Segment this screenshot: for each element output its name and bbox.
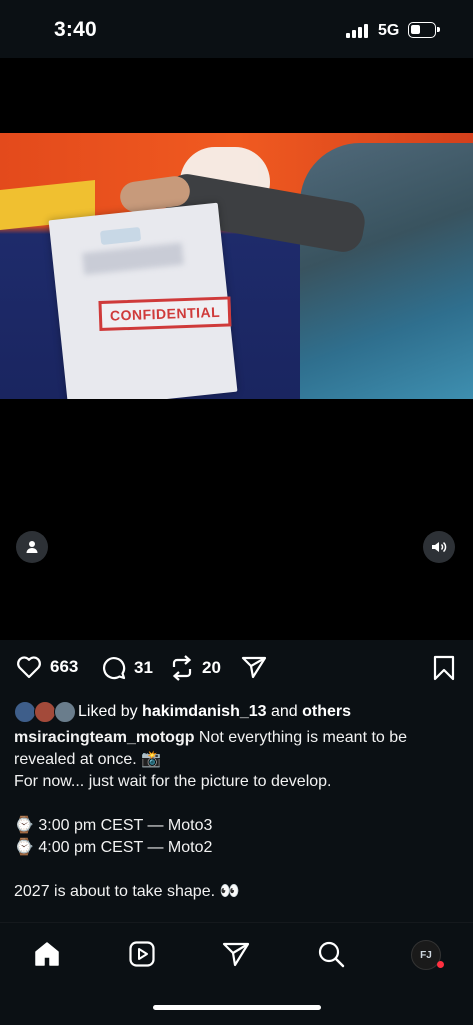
save-button[interactable] [433,655,455,681]
comment-count: 31 [134,657,153,677]
home-icon [35,942,59,966]
bookmark-icon [433,655,455,681]
battery-icon [408,22,440,38]
reels-icon [129,941,155,967]
like-button[interactable]: 663 [16,655,78,679]
send-icon [241,656,267,679]
caption-line2: For now... just wait for the picture to … [14,773,332,790]
search-icon [318,941,345,968]
tab-search[interactable] [316,939,346,969]
liked-by-user[interactable]: hakimdanish_13 [142,703,267,721]
caption-schedule1: ⌚ 3:00 pm CEST — Moto3 [14,817,213,834]
tab-reels[interactable] [127,939,157,969]
avatar [34,701,56,723]
home-indicator [153,1005,321,1010]
caption-line3: 2027 is about to take shape. 👀 [14,883,240,900]
liked-by-prefix: Liked by [78,703,143,720]
confidential-stamp: CONFIDENTIAL [98,296,232,332]
comment-button[interactable]: 31 [101,655,153,680]
repost-count: 20 [202,658,221,677]
avatar [14,701,36,723]
person-icon [26,541,38,553]
status-time: 3:40 [54,18,97,41]
network-type: 5G [378,22,400,39]
repost-button[interactable]: 20 [170,655,221,681]
heart-icon [17,656,41,679]
status-bar: 3:40 5G [0,0,473,58]
comment-icon [103,657,126,680]
notification-dot [437,961,444,968]
caption-username[interactable]: msiracingteam_motogp [14,729,194,746]
tab-messages[interactable] [221,939,251,969]
send-icon [222,942,250,967]
mute-button[interactable] [423,531,455,563]
liked-by[interactable]: Liked by hakimdanish_13 and others [14,700,351,724]
video-frame: CONFIDENTIAL [0,133,473,399]
profile-avatar: FJ [420,949,432,961]
liked-by-others[interactable]: others [302,703,351,721]
tab-home[interactable] [32,939,62,969]
video-player[interactable]: CONFIDENTIAL [0,58,473,640]
share-button[interactable] [241,655,267,679]
speaker-icon [432,541,447,553]
post-actions: 663 31 20 [0,640,473,698]
post-caption: msiracingteam_motogp Not everything is m… [14,727,462,903]
liked-by-and: and [266,703,303,720]
caption-schedule2: ⌚ 4:00 pm CEST — Moto2 [14,839,213,856]
signal-icon [346,24,370,38]
repost-icon [172,655,192,681]
liker-avatars [14,701,78,723]
confidential-paper: CONFIDENTIAL [48,202,238,399]
avatar [54,701,76,723]
like-count: 663 [50,657,79,676]
tagged-people-button[interactable] [16,531,48,563]
